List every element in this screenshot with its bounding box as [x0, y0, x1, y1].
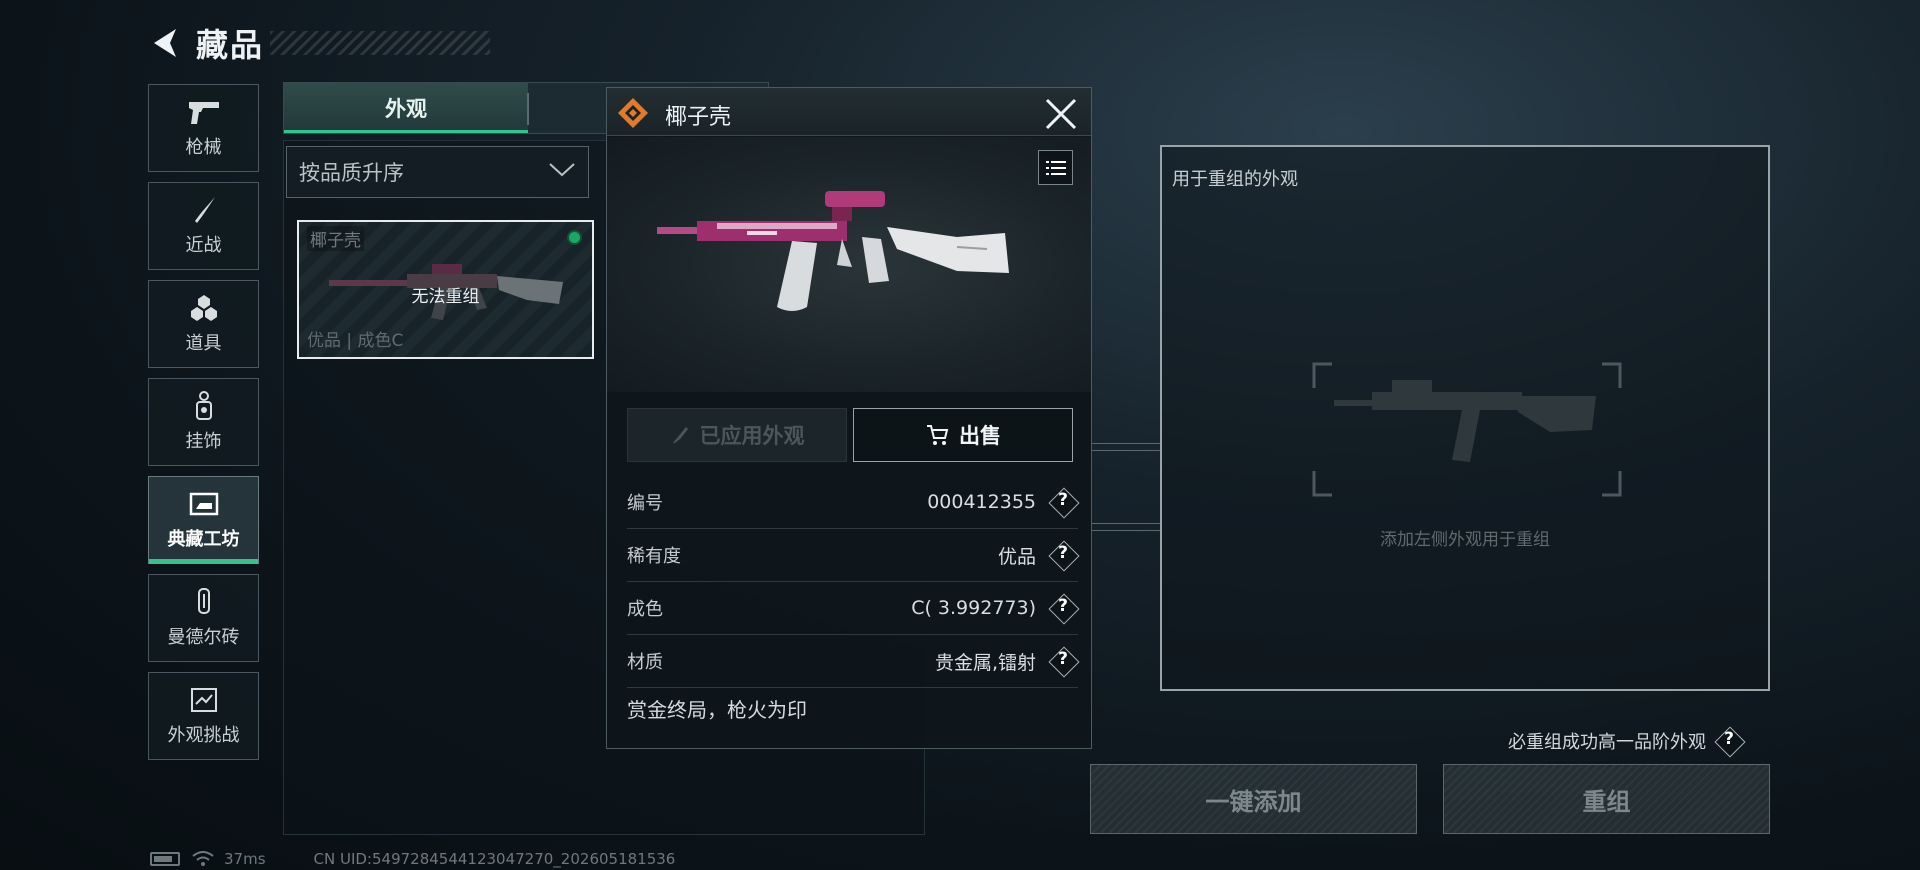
- help-icon[interactable]: ?: [1048, 487, 1078, 517]
- applied-appearance-button: 已应用外观: [627, 408, 847, 462]
- cart-icon: [927, 425, 949, 445]
- sell-label: 出售: [959, 424, 1001, 448]
- decor-line: [1092, 443, 1160, 444]
- sidebar-item-challenge[interactable]: 外观挑战: [148, 672, 259, 760]
- wifi-icon: [192, 851, 214, 866]
- attribute-row-rarity: 稀有度 优品 ?: [627, 529, 1078, 582]
- detail-header: 椰子壳: [607, 88, 1091, 136]
- sidebar-item-label: 典藏工坊: [167, 529, 240, 550]
- decor-line: [1092, 530, 1160, 531]
- attribute-label: 成色: [627, 599, 663, 620]
- page-header: 藏品: [148, 18, 491, 68]
- pistol-icon: [187, 97, 221, 127]
- back-arrow-icon[interactable]: [148, 26, 182, 60]
- recombine-hint: 添加左侧外观用于重组: [1380, 530, 1550, 550]
- item-card-status: 无法重组: [411, 287, 480, 307]
- attribute-value: 贵金属,镭射: [934, 651, 1036, 674]
- sell-button[interactable]: 出售: [853, 408, 1073, 462]
- attribute-value: C( 3.992773): [911, 597, 1036, 619]
- sidebar-item-workshop[interactable]: 典藏工坊: [148, 476, 259, 564]
- rifle-skin-preview-icon: [657, 191, 1009, 311]
- decor-line: [1092, 523, 1160, 524]
- item-card-name: 椰子壳: [307, 226, 364, 251]
- help-icon[interactable]: ?: [1048, 646, 1078, 676]
- guarantee-text: 必重组成功高一品阶外观: [1508, 732, 1706, 753]
- grenade-icon: [187, 293, 221, 323]
- ping-value: 37ms: [224, 850, 266, 868]
- tab-appearance[interactable]: 外观: [284, 83, 528, 133]
- sidebar-item-charms[interactable]: 挂饰: [148, 378, 259, 466]
- sidebar-item-label: 枪械: [185, 137, 222, 158]
- chevron-down-icon: [548, 162, 576, 182]
- brush-icon: [672, 427, 688, 443]
- workshop-icon: [187, 489, 221, 519]
- attribute-row-wear: 成色 C( 3.992773) ?: [627, 582, 1078, 635]
- charm-icon: [187, 391, 221, 421]
- brick-icon: [187, 587, 221, 617]
- attribute-label: 材质: [627, 652, 663, 673]
- attribute-label: 编号: [627, 493, 663, 514]
- sidebar-item-label: 近战: [185, 235, 222, 256]
- status-bar: 37ms CN UID:5497284544123047270_20260518…: [150, 850, 675, 868]
- sort-selected-value: 按品质升序: [299, 161, 404, 185]
- skin-detail-popup: 椰子壳 已应用外观 出售 编号 000412355 ? 稀有度 优品 ? 成色 …: [606, 87, 1092, 749]
- quality-emblem-icon: [618, 98, 648, 128]
- attribute-value: 000412355: [927, 491, 1036, 513]
- sidebar-item-label: 道具: [185, 333, 222, 354]
- help-icon[interactable]: ?: [1048, 540, 1078, 570]
- help-icon[interactable]: ?: [1048, 593, 1078, 623]
- sidebar-item-label: 挂饰: [185, 431, 222, 452]
- sidebar-item-label: 外观挑战: [167, 725, 240, 746]
- tab-divider: [527, 93, 529, 125]
- challenge-icon: [187, 685, 221, 715]
- add-all-button[interactable]: 一键添加: [1090, 764, 1417, 834]
- item-card-meta: 优品 | 成色C: [307, 331, 404, 351]
- sidebar-item-items[interactable]: 道具: [148, 280, 259, 368]
- sidebar-item-mandel-brick[interactable]: 曼德尔砖: [148, 574, 259, 662]
- recombine-panel[interactable]: 用于重组的外观 添加左侧外观用于重组: [1160, 145, 1770, 691]
- sidebar-item-label: 曼德尔砖: [167, 627, 240, 648]
- recombine-button[interactable]: 重组: [1443, 764, 1770, 834]
- title-decoration: [270, 31, 491, 55]
- close-icon[interactable]: [1043, 96, 1079, 132]
- recombine-label: 重组: [1582, 787, 1631, 816]
- attribute-row-serial: 编号 000412355 ?: [627, 476, 1078, 529]
- uid-text: CN UID:5497284544123047270_202605181536: [313, 850, 676, 868]
- sidebar-item-guns[interactable]: 枪械: [148, 84, 259, 172]
- page-title: 藏品: [196, 26, 265, 64]
- attribute-value: 优品: [997, 545, 1036, 568]
- skin-description: 赏金终局，枪火为印: [627, 698, 807, 722]
- sidebar-item-melee[interactable]: 近战: [148, 182, 259, 270]
- detail-title: 椰子壳: [665, 105, 732, 130]
- add-all-label: 一键添加: [1205, 787, 1302, 816]
- battery-icon: [150, 852, 180, 866]
- decor-line: [1092, 450, 1160, 451]
- recombine-panel-title: 用于重组的外观: [1172, 169, 1298, 190]
- equipped-dot-icon: [567, 230, 582, 245]
- applied-appearance-label: 已应用外观: [699, 424, 805, 448]
- empty-slot-rifle-icon: [1312, 362, 1622, 497]
- attribute-label: 稀有度: [627, 546, 681, 567]
- appearance-item-card[interactable]: 椰子壳 无法重组 优品 | 成色C: [297, 220, 594, 359]
- help-icon[interactable]: ?: [1714, 726, 1744, 756]
- knife-icon: [187, 195, 221, 225]
- attribute-row-material: 材质 贵金属,镭射 ?: [627, 635, 1078, 688]
- sort-dropdown[interactable]: 按品质升序: [286, 146, 589, 198]
- skin-preview: [607, 137, 1091, 392]
- guarantee-note: 必重组成功高一品阶外观 ?: [1508, 726, 1744, 756]
- list-icon[interactable]: [1038, 150, 1073, 185]
